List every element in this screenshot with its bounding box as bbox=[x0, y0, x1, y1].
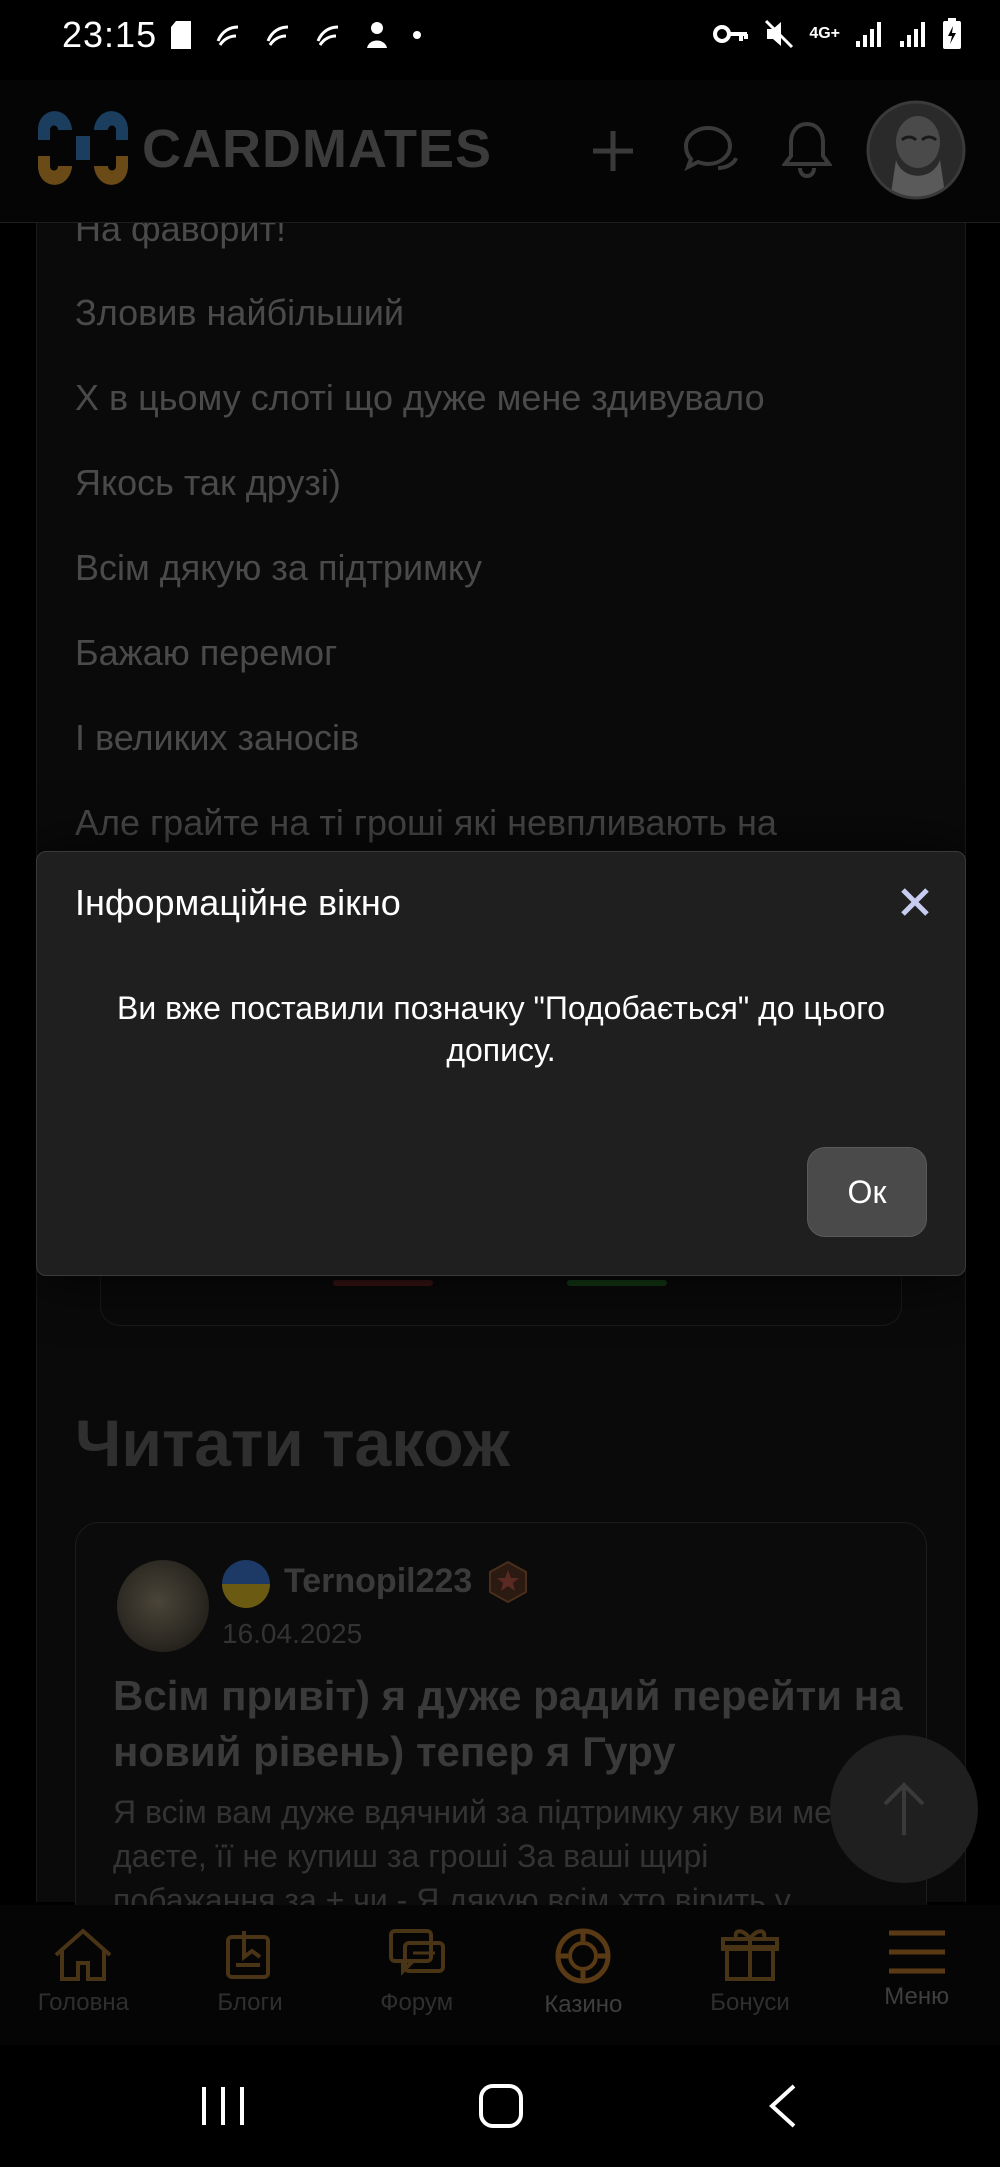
info-dialog: Інформаційне вікно Ви вже поставили позн… bbox=[36, 851, 966, 1276]
dialog-title: Інформаційне вікно bbox=[75, 882, 401, 923]
post-text-line: Якось так друзі) bbox=[75, 462, 341, 503]
user-avatar[interactable] bbox=[866, 100, 966, 200]
nav-label: Головна bbox=[37, 1989, 129, 2016]
close-icon[interactable] bbox=[895, 882, 935, 922]
nav-blogs[interactable]: Блоги bbox=[167, 1905, 334, 2045]
blog-icon bbox=[226, 1931, 270, 1979]
post-text-line: Зловив найбільший bbox=[75, 292, 405, 333]
brand-wordmark: CARDMATES bbox=[142, 119, 492, 179]
post-text-line: Всім дякую за підтримку bbox=[75, 547, 482, 588]
mute-icon bbox=[765, 19, 794, 49]
bell-icon[interactable] bbox=[782, 120, 832, 178]
back-icon[interactable] bbox=[764, 2083, 800, 2129]
cardmates-logo-icon bbox=[38, 111, 128, 185]
status-bar: 23:15 4G+ bbox=[0, 0, 1000, 80]
dislike-bar bbox=[333, 1280, 433, 1286]
author-avatar[interactable] bbox=[117, 1560, 209, 1652]
nav-label: Казино bbox=[544, 1991, 623, 2018]
post-text-line: Бажаю перемог bbox=[75, 632, 338, 673]
related-post-excerpt: Я всім вам дуже вдячний за підтримку яку… bbox=[113, 1794, 857, 1908]
arrow-up-icon bbox=[883, 1782, 925, 1835]
app-notification-icon bbox=[266, 25, 289, 46]
author-username[interactable]: Ternopil223 bbox=[284, 1562, 472, 1601]
gift-icon bbox=[721, 1929, 780, 1981]
signal-icon bbox=[900, 22, 925, 47]
read-also-heading: Читати також bbox=[75, 1406, 510, 1480]
nav-home[interactable]: Головна bbox=[0, 1905, 167, 2045]
rank-badge-icon bbox=[489, 1560, 527, 1604]
ukraine-flag-icon bbox=[222, 1560, 270, 1608]
post-text-line: Х в цьому слоті що дуже мене здивувало bbox=[75, 377, 765, 418]
app-notification-icon bbox=[316, 25, 339, 46]
system-icons: 4G+ bbox=[713, 18, 962, 50]
like-bar bbox=[567, 1280, 667, 1286]
system-navigation-bar bbox=[0, 2045, 1000, 2167]
app-notification-icon bbox=[216, 25, 239, 46]
recent-apps-icon[interactable] bbox=[200, 2085, 246, 2127]
home-button-icon[interactable] bbox=[478, 2083, 524, 2129]
status-time: 23:15 bbox=[62, 14, 158, 55]
ok-button[interactable]: Ок bbox=[807, 1147, 927, 1237]
network-type: 4G+ bbox=[809, 25, 840, 42]
app-notification-icon bbox=[367, 22, 387, 48]
nav-label: Блоги bbox=[217, 1989, 283, 2016]
nav-bonuses[interactable]: Бонуси bbox=[667, 1905, 834, 2045]
forum-icon bbox=[388, 1929, 445, 1976]
post-date: 16.04.2025 bbox=[222, 1618, 363, 1649]
nav-menu[interactable]: Меню bbox=[833, 1905, 1000, 2045]
vpn-key-icon bbox=[713, 25, 749, 43]
sd-card-icon bbox=[171, 21, 191, 49]
bottom-navigation: Головна Блоги Форум Казино Бонуси Меню bbox=[0, 1905, 1000, 2045]
post-text-line: І великих заносів bbox=[75, 717, 360, 758]
add-icon[interactable] bbox=[590, 128, 636, 174]
related-post-title[interactable]: Всім привіт) я дуже радий перейти на нов… bbox=[113, 1668, 903, 1780]
signal-icon bbox=[856, 22, 881, 47]
nav-casino[interactable]: Казино bbox=[500, 1905, 667, 2045]
header-layer: CARDMATES bbox=[0, 80, 1000, 222]
casino-chip-icon bbox=[555, 1928, 611, 1984]
nav-label: Бонуси bbox=[710, 1989, 790, 2016]
post-text-line: Але грайте на ті гроші які невпливають н… bbox=[75, 802, 777, 843]
chat-icon[interactable] bbox=[680, 122, 740, 178]
battery-icon bbox=[943, 18, 961, 49]
notification-icons bbox=[170, 20, 422, 50]
home-icon bbox=[54, 1928, 112, 1981]
hamburger-menu-icon bbox=[888, 1930, 945, 1974]
dot-icon bbox=[413, 31, 421, 39]
nav-label: Форум bbox=[380, 1989, 454, 2016]
nav-forum[interactable]: Форум bbox=[333, 1905, 500, 2045]
nav-label: Меню bbox=[884, 1983, 950, 2010]
dialog-message: Ви вже поставили позначку "Подобається" … bbox=[117, 990, 885, 1068]
scroll-to-top-button[interactable] bbox=[830, 1735, 978, 1883]
